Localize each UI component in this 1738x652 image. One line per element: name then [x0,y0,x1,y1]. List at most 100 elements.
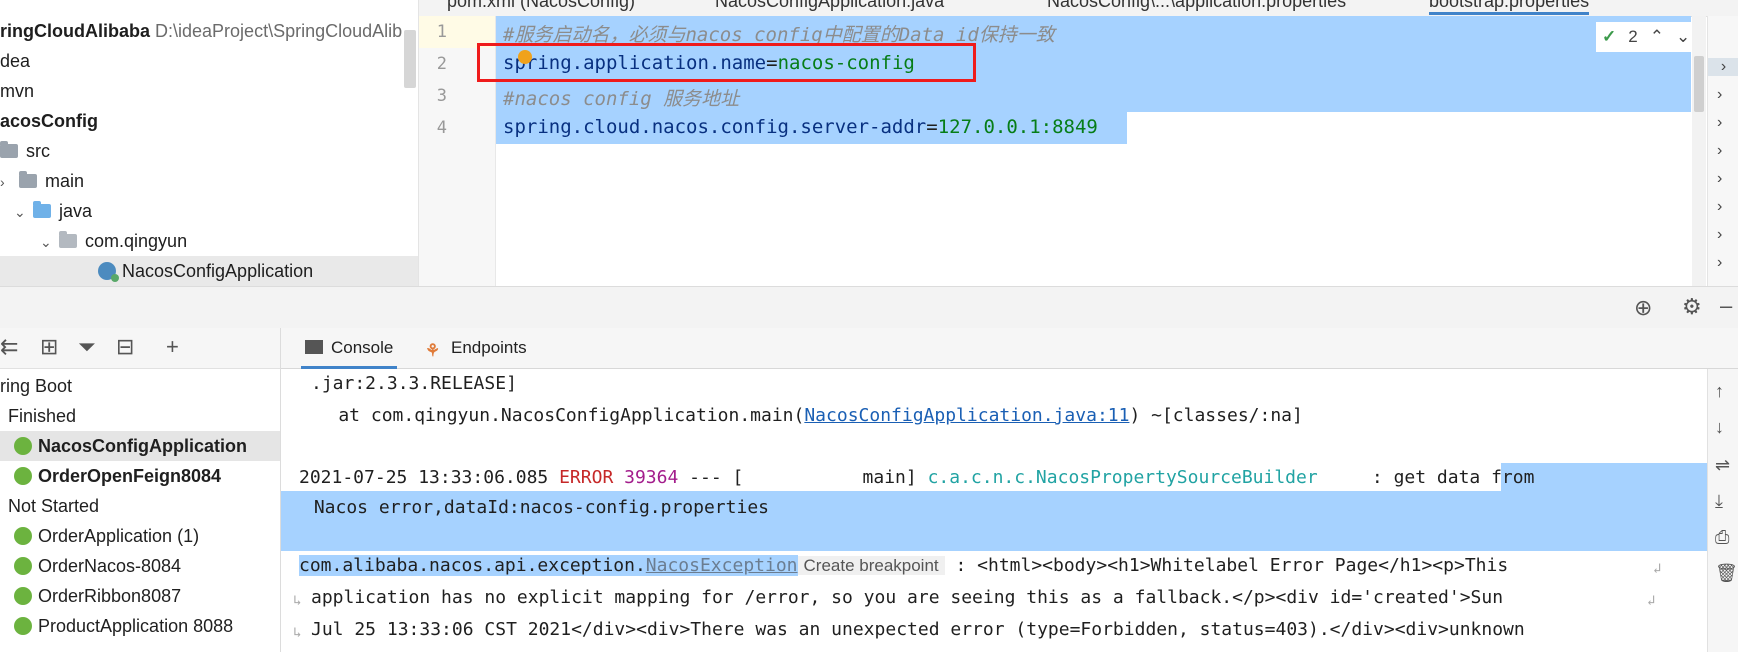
collapse-icon[interactable]: ⇇ [0,334,18,360]
console-line: .jar:2.3.3.RELEASE] [311,373,517,394]
tree-item-label: dea [0,51,31,71]
console-line: 2021-07-25 13:33:06.085 ERROR 39364 --- … [299,467,1534,488]
tree-item-label: src [26,141,50,161]
chevron-right-icon[interactable]: › [1708,58,1738,76]
svc-group-finished[interactable]: Finished [8,401,76,431]
svc-item-order-ribbon[interactable]: OrderRibbon8087 [14,581,181,611]
tab-bootstrap-properties[interactable]: bootstrap.properties [1429,0,1590,15]
trash-icon[interactable]: 🗑 [1715,563,1738,584]
project-root-path: D:\ideaProject\SpringCloudAlib [155,21,403,41]
spring-boot-icon [14,557,32,575]
source-folder-icon [33,201,52,218]
tree-item-label: java [59,201,93,221]
tab-application-properties[interactable]: NacosConfig\...\application.properties [1047,0,1346,12]
services-toolbar: ⇇ ⊞ ⏷ ⊟ + [0,328,280,369]
console-text: at com.qingyun.NacosConfigApplication.ma… [295,405,805,426]
editor-scrollbar-thumb[interactable] [1694,56,1704,112]
chevron-right-icon[interactable]: › [1717,198,1722,216]
intention-bulb-icon[interactable] [518,50,532,64]
tree-scrollbar[interactable] [404,30,416,88]
chevron-right-icon[interactable]: › [1717,114,1722,132]
tree-item-class[interactable]: NacosConfigApplication [0,256,418,286]
chevron-right-icon[interactable]: › [1717,170,1722,188]
console-text: : [1317,467,1394,488]
create-breakpoint-hint[interactable]: Create breakpoint [797,556,945,575]
log-level: ERROR [559,467,614,488]
exception-link[interactable]: NacosException [645,555,798,576]
tab-nacos-config-application[interactable]: NacosConfigApplication.java [715,0,944,12]
svc-label: OrderRibbon8087 [38,586,182,606]
print-icon[interactable]: ⎙ [1715,527,1729,548]
inspection-widget[interactable]: ✓ 2 ⌃ ⌄ [1596,22,1697,52]
tree-item-idea[interactable]: dea [0,46,30,76]
new-tab-icon[interactable]: ⊟ [116,334,134,360]
gear-icon[interactable]: ⚙ [1682,294,1702,320]
console-text: com.alibaba.nacos.api.exception. [299,555,646,576]
console-output[interactable]: .jar:2.3.3.RELEASE] at com.qingyun.Nacos… [281,369,1707,652]
stacktrace-link[interactable]: NacosConfigApplication.java:11 [804,405,1129,426]
tree-item-mvn[interactable]: mvn [0,76,34,106]
chevron-right-icon[interactable]: › [1717,142,1722,160]
tab-console[interactable]: Console [301,328,398,369]
log-message: get data from [1393,467,1535,488]
filter-icon[interactable]: ⏷ [78,334,96,360]
chevron-right-icon[interactable]: › [1717,226,1722,244]
chevron-right-icon[interactable]: › [1717,254,1722,272]
svc-label: Finished [8,406,77,426]
svc-item-order-openfeign[interactable]: OrderOpenFeign8084 [14,461,221,491]
soft-wrap-icon: ↲ [1653,561,1662,577]
package-icon [59,231,78,248]
svc-item-nacos-config[interactable]: NacosConfigApplication [0,431,280,461]
chevron-down-icon[interactable]: ⌄ [1676,27,1690,47]
svc-label: OrderApplication (1) [38,526,200,546]
console-line: Jul 25 13:33:06 CST 2021</div><div>There… [311,619,1525,640]
arrow-up-icon[interactable]: ↑ [1715,381,1724,402]
tree-item-label: mvn [0,81,35,101]
svc-group-spring-boot[interactable]: ring Boot [0,371,72,401]
project-tree: ringCloudAlibaba D:\ideaProject\SpringCl… [0,0,419,286]
svc-label: Not Started [8,496,100,516]
console-line: com.alibaba.nacos.api.exception.NacosExc… [299,555,1508,576]
svc-label: OrderNacos-8084 [38,556,182,576]
equals-sign: = [926,116,938,138]
chevron-right-icon[interactable]: › [1717,86,1722,104]
tab-pom[interactable]: pom.xml (NacosConfig) [447,0,635,12]
svc-item-order-nacos[interactable]: OrderNacos-8084 [14,551,181,581]
tree-item-java[interactable]: ⌄ java [14,196,92,226]
svc-item-order-application[interactable]: OrderApplication (1) [14,521,199,551]
svc-group-not-started[interactable]: Not Started [8,491,99,521]
soft-wrap-icon[interactable]: ⇌ [1715,455,1730,476]
tree-item-main[interactable]: › main [0,166,84,196]
minimize-icon[interactable]: – [1720,293,1732,319]
chevron-down-icon[interactable]: ⌄ [40,227,54,257]
right-tool-strip: › › › › › › › › [1707,16,1738,286]
console-line: at com.qingyun.NacosConfigApplication.ma… [295,405,1303,426]
group-icon[interactable]: ⊞ [40,334,58,360]
tree-item-src[interactable]: src [0,136,50,166]
arrow-down-icon[interactable]: ↓ [1715,417,1724,438]
line-number: 4 [436,118,447,138]
chevron-down-icon[interactable]: ⌄ [14,197,28,227]
chevron-up-icon[interactable]: ⌃ [1650,27,1664,47]
property-key: spring.cloud.nacos.config.server-addr [503,116,927,138]
console-icon [305,340,323,354]
svc-item-product-application[interactable]: ProductApplication 8088 [14,611,233,641]
check-icon: ✓ [1602,27,1617,46]
tree-item-package[interactable]: ⌄ com.qingyun [40,226,187,256]
tab-label: Endpoints [451,338,527,357]
tree-item-module[interactable]: acosConfig [0,106,98,136]
tab-endpoints[interactable]: ⚘ Endpoints [421,328,531,366]
chevron-right-icon[interactable]: › [0,167,14,197]
editor-tab-bar: pom.xml (NacosConfig) NacosConfigApplica… [419,0,1738,17]
project-root[interactable]: ringCloudAlibaba D:\ideaProject\SpringCl… [0,16,402,46]
line-number: 1 [436,22,447,42]
scroll-to-end-icon[interactable]: ⤓ [1715,491,1723,512]
log-timestamp: 2021-07-25 13:33:06.085 [299,467,560,488]
log-thread: --- [ main] [678,467,928,488]
add-icon[interactable]: + [166,334,179,360]
project-root-name: ringCloudAlibaba [0,21,150,41]
console-text: ) ~[classes/:na] [1129,405,1303,426]
code-line-4: spring.cloud.nacos.config.server-addr=12… [503,116,1098,138]
spring-boot-icon [14,617,32,635]
target-icon[interactable]: ⊕ [1634,295,1652,321]
